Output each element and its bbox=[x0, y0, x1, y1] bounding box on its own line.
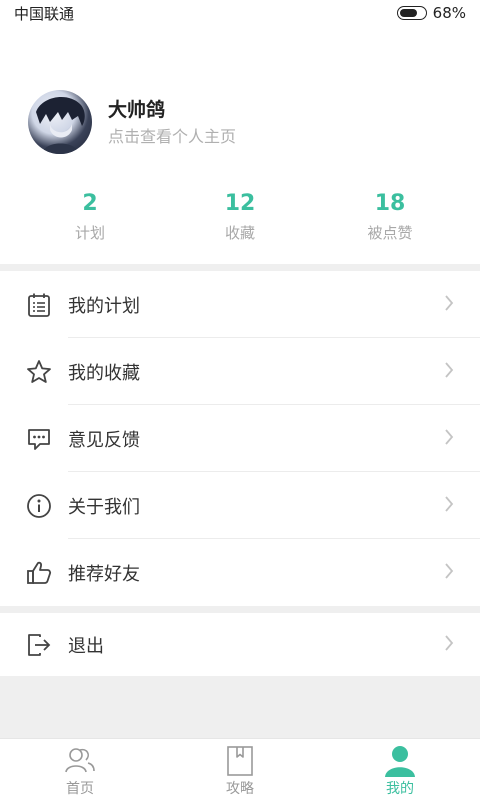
avatar[interactable] bbox=[28, 90, 92, 154]
menu-item-my-favorites[interactable]: 我的收藏 bbox=[0, 338, 480, 405]
tab-mine[interactable]: 我的 bbox=[320, 739, 480, 800]
logout-section: 退出 bbox=[0, 613, 480, 676]
tab-guides[interactable]: 攻略 bbox=[160, 739, 320, 800]
section-divider bbox=[0, 606, 480, 613]
logout-icon bbox=[26, 632, 52, 658]
profile-header[interactable]: 大帅鸽 点击查看个人主页 bbox=[28, 90, 236, 154]
menu-item-feedback[interactable]: 意见反馈 bbox=[0, 405, 480, 472]
stat-likes[interactable]: 18 被点赞 bbox=[310, 190, 470, 250]
stat-value: 12 bbox=[224, 191, 256, 216]
thumbs-up-icon bbox=[26, 560, 52, 586]
menu-item-my-plans[interactable]: 我的计划 bbox=[0, 271, 480, 338]
stat-plans[interactable]: 2 计划 bbox=[10, 190, 170, 250]
person-icon bbox=[383, 744, 417, 778]
bottom-tab-bar: 首页 攻略 我的 bbox=[0, 738, 480, 800]
stat-label: 收藏 bbox=[224, 224, 255, 242]
empty-background bbox=[0, 676, 480, 738]
status-bar: 中国联通 68% bbox=[0, 0, 480, 26]
avatar-illustration bbox=[36, 97, 85, 154]
tab-home[interactable]: 首页 bbox=[0, 739, 160, 800]
chevron-right-icon bbox=[444, 428, 454, 449]
menu-item-about-us[interactable]: 关于我们 bbox=[0, 472, 480, 539]
menu-item-label: 我的收藏 bbox=[68, 362, 140, 384]
stats-row: 2 计划 12 收藏 18 被点赞 bbox=[0, 190, 480, 250]
menu-item-recommend-friends[interactable]: 推荐好友 bbox=[0, 539, 480, 606]
menu-item-label: 推荐好友 bbox=[68, 563, 140, 585]
view-profile-link[interactable]: 点击查看个人主页 bbox=[108, 126, 236, 148]
battery-percentage: 68% bbox=[432, 4, 466, 22]
status-right: 68% bbox=[396, 4, 466, 22]
people-icon bbox=[63, 744, 97, 778]
bookmark-book-icon bbox=[223, 744, 257, 778]
section-divider bbox=[0, 264, 480, 271]
username: 大帅鸽 bbox=[108, 98, 166, 121]
menu-item-label: 退出 bbox=[68, 635, 104, 657]
stat-value: 2 bbox=[82, 191, 98, 216]
menu-item-label: 意见反馈 bbox=[68, 429, 140, 451]
battery-icon bbox=[396, 6, 427, 20]
tab-label: 首页 bbox=[66, 781, 94, 797]
stat-label: 被点赞 bbox=[367, 224, 413, 242]
stat-value: 18 bbox=[374, 191, 406, 216]
menu-item-label: 关于我们 bbox=[68, 496, 140, 518]
info-icon bbox=[26, 493, 52, 519]
chevron-right-icon bbox=[444, 562, 454, 583]
star-icon bbox=[26, 359, 52, 385]
menu-item-logout[interactable]: 退出 bbox=[0, 613, 480, 676]
tab-label: 攻略 bbox=[226, 781, 254, 797]
chevron-right-icon bbox=[444, 294, 454, 315]
stat-label: 计划 bbox=[74, 224, 105, 242]
chevron-right-icon bbox=[444, 361, 454, 382]
carrier-label: 中国联通 bbox=[14, 4, 75, 23]
tab-label: 我的 bbox=[386, 781, 414, 797]
menu-item-label: 我的计划 bbox=[68, 295, 140, 317]
menu-list: 我的计划 我的收藏 意见反馈 关于我们 推荐好友 bbox=[0, 271, 480, 606]
chevron-right-icon bbox=[444, 495, 454, 516]
profile-text: 大帅鸽 点击查看个人主页 bbox=[108, 97, 236, 148]
stat-favorites[interactable]: 12 收藏 bbox=[160, 190, 320, 250]
calendar-list-icon bbox=[26, 292, 52, 318]
chevron-right-icon bbox=[444, 634, 454, 655]
chat-bubble-icon bbox=[26, 426, 52, 452]
